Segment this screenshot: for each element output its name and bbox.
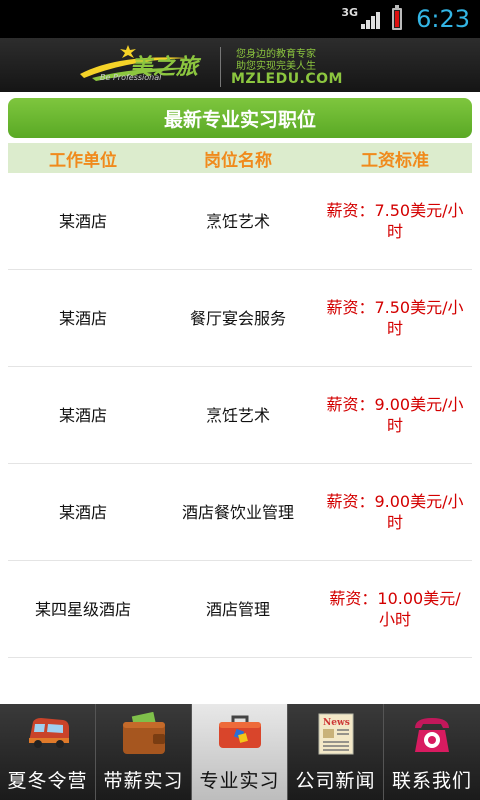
signal-strength-icon: [360, 9, 381, 29]
battery-icon: [392, 5, 403, 30]
tab-paid-internship[interactable]: 带薪实习: [96, 704, 192, 800]
column-header-salary: 工资标准: [361, 150, 429, 171]
telephone-icon: [415, 718, 449, 752]
tab-label: 夏冬令营: [7, 770, 88, 792]
job-position: 烹饪艺术: [205, 405, 270, 425]
job-row[interactable]: 某酒店 酒店餐饮业管理 薪资：9.00美元/小时: [8, 464, 472, 561]
table-header: 工作单位 岗位名称 工资标准: [8, 143, 472, 173]
job-position: 酒店餐饮业管理: [181, 502, 294, 522]
toolbox-icon: [218, 715, 261, 748]
svg-text:News: News: [323, 718, 350, 728]
job-employer: 某酒店: [58, 308, 107, 328]
tab-summer-winter-camp[interactable]: 夏冬令营: [0, 704, 96, 800]
job-salary: 薪资：9.00美元/小时: [326, 395, 464, 435]
header-divider: [220, 47, 221, 87]
bus-icon: [28, 718, 69, 748]
job-salary: 薪资：7.50美元/小时: [326, 298, 464, 338]
tab-label: 专业实习: [199, 770, 280, 792]
status-bar: 3G 6:23: [0, 0, 480, 38]
job-employer: 某四星级酒店: [34, 599, 131, 619]
tab-company-news[interactable]: News 公司新闻: [288, 704, 384, 800]
status-clock: 6:23: [416, 5, 470, 33]
job-position: 餐厅宴会服务: [189, 308, 286, 328]
tab-label: 带薪实习: [103, 770, 184, 792]
job-row[interactable]: 某四星级酒店 酒店管理 薪资：10.00美元/小时: [8, 561, 472, 658]
job-salary: 薪资：10.00美元/小时: [329, 589, 461, 629]
wallet-icon: [122, 712, 165, 754]
job-employer: 某酒店: [58, 405, 107, 425]
page-title: 最新专业实习职位: [8, 98, 472, 138]
job-salary: 薪资：9.00美元/小时: [326, 492, 464, 532]
job-salary: 薪资：7.50美元/小时: [326, 201, 464, 241]
app-header: 美之旅 Be Professional 您身边的教育专家 助您实现完美人生 MZ…: [0, 38, 480, 92]
job-list: 某酒店 烹饪艺术 薪资：7.50美元/小时 某酒店 餐厅宴会服务 薪资：7.50…: [8, 173, 472, 658]
job-row[interactable]: 某酒店 餐厅宴会服务 薪资：7.50美元/小时: [8, 270, 472, 367]
job-row[interactable]: 某酒店 烹饪艺术 薪资：9.00美元/小时: [8, 367, 472, 464]
job-position: 烹饪艺术: [205, 211, 270, 231]
newspaper-icon: News: [318, 713, 353, 755]
header-slogan-line2: 助您实现完美人生: [236, 61, 316, 72]
column-header-employer: 工作单位: [49, 150, 117, 171]
job-position: 酒店管理: [205, 599, 270, 619]
network-type-label: 3G: [341, 5, 359, 19]
column-header-position: 岗位名称: [204, 150, 272, 171]
tab-contact-us[interactable]: 联系我们: [384, 704, 480, 800]
tab-professional-internship[interactable]: 专业实习: [192, 704, 288, 800]
job-row[interactable]: 某酒店 烹饪艺术 薪资：7.50美元/小时: [8, 173, 472, 270]
tab-label: 联系我们: [391, 770, 472, 792]
tab-label: 公司新闻: [295, 770, 376, 792]
job-employer: 某酒店: [58, 502, 107, 522]
bottom-tab-bar: 夏冬令营 带薪实习 专业实习 News 公司新闻 联系我们: [0, 704, 480, 800]
logo-subtext: Be Professional: [100, 73, 162, 82]
header-domain: MZLEDU.COM: [231, 71, 343, 87]
job-employer: 某酒店: [58, 211, 107, 231]
